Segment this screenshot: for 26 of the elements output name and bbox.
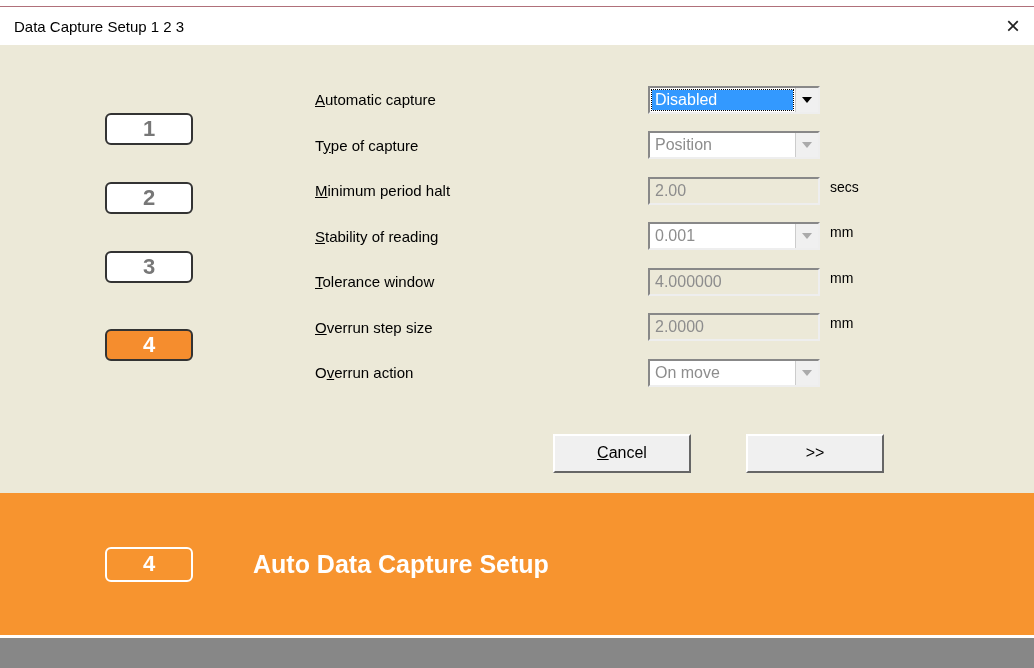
unit-label: mm [829, 224, 855, 241]
field-label: Tolerance window [315, 273, 436, 291]
step-badge: 4 [105, 546, 193, 582]
dropdown-arrow-icon [802, 142, 812, 149]
field-label: Automatic capture [315, 91, 437, 109]
field-label: Stability of reading [315, 227, 440, 245]
field-label: Overrun step size [315, 318, 434, 336]
dropdown-arrow-icon [802, 233, 812, 240]
window-title: Data Capture Setup 1 2 3 [14, 17, 185, 35]
unit-label: mm [829, 269, 855, 286]
banner-title: Auto Data Capture Setup [253, 549, 549, 579]
field-label: Type of capture [315, 136, 420, 154]
step-indicator: 1 [105, 113, 193, 145]
field-label: Minimum period halt [315, 182, 452, 200]
unit-label: mm [829, 315, 855, 332]
close-icon[interactable]: × [1006, 14, 1020, 38]
dropdown[interactable]: Disabled [648, 85, 820, 114]
unit-label: secs [829, 178, 860, 195]
dropdown-arrow-icon [802, 96, 812, 103]
dropdown-arrow-icon [802, 369, 812, 376]
step-indicator: 4 [105, 329, 193, 361]
cancel-button[interactable]: Cancel [553, 433, 691, 473]
step-indicator: 3 [105, 251, 193, 283]
step-indicator: 2 [105, 182, 193, 214]
next-button[interactable]: >> [746, 433, 884, 473]
field-label: Overrun action [315, 364, 415, 382]
